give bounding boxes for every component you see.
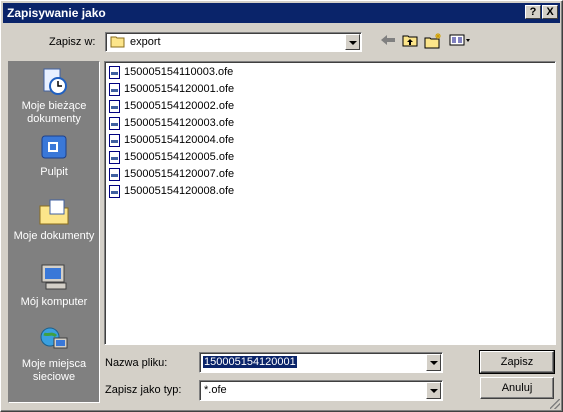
file-icon <box>109 167 120 181</box>
filename-label: Nazwa pliku: <box>105 357 168 369</box>
close-button[interactable]: X <box>542 5 558 19</box>
cancel-button[interactable]: Anuluj <box>480 377 554 399</box>
file-item[interactable]: 150005154120004.ofe <box>109 132 234 148</box>
place-my-computer[interactable]: Mój komputer <box>9 262 99 309</box>
place-my-documents[interactable]: Moje dokumenty <box>9 196 99 243</box>
up-folder-icon[interactable] <box>401 33 419 51</box>
save-in-dropdown-arrow[interactable] <box>345 34 360 50</box>
file-list[interactable]: 150005154110003.ofe 150005154120001.ofe … <box>104 61 556 345</box>
place-desktop[interactable]: Pulpit <box>9 132 99 179</box>
file-icon <box>109 150 120 164</box>
file-name: 150005154120003.ofe <box>124 117 235 129</box>
my-computer-icon <box>38 262 70 294</box>
file-name: 150005154120001.ofe <box>124 83 235 95</box>
back-arrow-icon[interactable] <box>379 33 397 51</box>
file-icon <box>109 65 120 79</box>
folder-icon <box>110 35 126 51</box>
filetype-label: Zapisz jako typ: <box>105 384 182 396</box>
filename-dropdown-arrow[interactable] <box>426 354 441 371</box>
file-name: 150005154120005.ofe <box>124 151 235 163</box>
dialog-title: Zapisywanie jako <box>7 6 106 20</box>
save-in-label: Zapisz w: <box>49 36 96 48</box>
resize-grip[interactable] <box>550 399 560 409</box>
file-item[interactable]: 150005154110003.ofe <box>109 64 233 80</box>
filename-input[interactable]: 150005154120001 <box>199 352 443 373</box>
save-button[interactable]: Zapisz <box>479 350 555 374</box>
place-label: Moje bieżące dokumenty <box>21 100 87 125</box>
file-name: 150005154110003.ofe <box>124 66 234 78</box>
file-item[interactable]: 150005154120005.ofe <box>109 149 234 165</box>
file-name: 150005154120008.ofe <box>124 185 235 197</box>
network-places-icon <box>38 324 70 356</box>
place-label: Moje dokumenty <box>13 230 95 242</box>
file-icon <box>109 133 120 147</box>
file-icon <box>109 116 120 130</box>
file-name: 150005154120007.ofe <box>124 168 235 180</box>
desktop-icon <box>38 132 70 164</box>
file-name: 150005154120004.ofe <box>124 134 235 146</box>
view-menu-icon[interactable] <box>448 33 472 51</box>
place-label: Pulpit <box>40 166 68 178</box>
recent-documents-icon <box>38 66 70 98</box>
places-bar: Moje bieżące dokumenty Pulpit Moje dokum… <box>8 61 100 403</box>
file-item[interactable]: 150005154120007.ofe <box>109 166 234 182</box>
title-bar[interactable]: Zapisywanie jako ? X <box>3 3 560 23</box>
filetype-select[interactable]: *.ofe <box>199 380 443 401</box>
file-name: 150005154120002.ofe <box>124 100 235 112</box>
file-icon <box>109 184 120 198</box>
help-button[interactable]: ? <box>525 5 541 19</box>
save-in-value: export <box>130 36 161 48</box>
file-item[interactable]: 150005154120008.ofe <box>109 183 234 199</box>
filetype-value: *.ofe <box>204 384 227 396</box>
save-in-dropdown[interactable]: export <box>105 32 362 52</box>
save-as-dialog: Zapisywanie jako ? X Zapisz w: export Mo… <box>0 0 563 412</box>
file-item[interactable]: 150005154120002.ofe <box>109 98 234 114</box>
filetype-dropdown-arrow[interactable] <box>426 382 441 399</box>
filename-value: 150005154120001 <box>203 356 297 368</box>
file-item[interactable]: 150005154120003.ofe <box>109 115 234 131</box>
my-documents-icon <box>38 196 70 228</box>
place-recent-documents[interactable]: Moje bieżące dokumenty <box>9 66 99 126</box>
file-icon <box>109 82 120 96</box>
place-network[interactable]: Moje miejsca sieciowe <box>9 324 99 384</box>
place-label: Moje miejsca sieciowe <box>21 358 87 383</box>
file-item[interactable]: 150005154120001.ofe <box>109 81 234 97</box>
new-folder-icon[interactable] <box>424 33 442 51</box>
file-icon <box>109 99 120 113</box>
place-label: Mój komputer <box>20 296 88 308</box>
